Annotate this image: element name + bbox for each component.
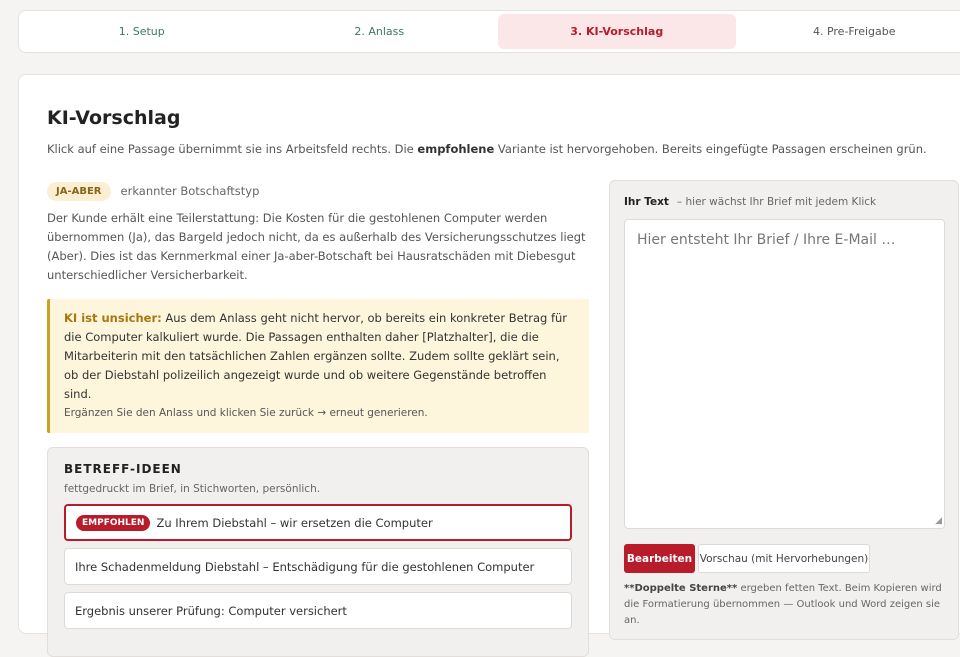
- warning-lead: KI ist unsicher:: [64, 311, 162, 325]
- letter-textarea[interactable]: Hier entsteht Ihr Brief / Ihre E-Mail … …: [624, 219, 945, 529]
- textarea-placeholder: Hier entsteht Ihr Brief / Ihre E-Mail …: [637, 232, 895, 248]
- subject-option-label: Zu Ihrem Diebstahl – wir ersetzen die Co…: [156, 516, 432, 530]
- resize-handle-icon[interactable]: ◢: [935, 516, 942, 526]
- workspace-header: Ihr Text – hier wächst Ihr Brief mit jede…: [624, 196, 876, 208]
- subject-ideas-title: BETREFF-IDEEN: [64, 462, 572, 476]
- step-anlass[interactable]: 2. Anlass: [261, 14, 499, 49]
- message-type-label: erkannter Botschaftstyp: [121, 184, 260, 198]
- subject-option-label: Ergebnis unserer Prüfung: Computer versi…: [75, 604, 347, 618]
- workspace-header-hint: – hier wächst Ihr Brief mit jedem Klick: [677, 196, 876, 208]
- step-setup[interactable]: 1. Setup: [23, 14, 261, 49]
- message-type-row: JA-ABER erkannter Botschaftstyp: [47, 180, 589, 202]
- subject-option-label: Ihre Schadenmeldung Diebstahl – Entschäd…: [75, 560, 534, 574]
- subject-ideas-hint: fettgedruckt im Brief, in Stichworten, p…: [64, 483, 572, 495]
- subject-ideas-box: BETREFF-IDEEN fettgedruckt im Brief, in …: [47, 447, 589, 657]
- step-ki-vorschlag[interactable]: 3. KI-Vorschlag: [498, 14, 736, 49]
- recommended-badge: EMPFOHLEN: [76, 515, 150, 531]
- formatting-hint: **Doppelte Sterne** ergeben fetten Text.…: [624, 581, 944, 629]
- subject-option-recommended[interactable]: EMPFOHLEN Zu Ihrem Diebstahl – wir erset…: [64, 504, 572, 541]
- intro-pre: Klick auf eine Passage übernimmt sie ins…: [47, 142, 417, 156]
- warning-body: KI ist unsicher: Aus dem Anlass geht nic…: [64, 309, 575, 404]
- step-pre-freigabe[interactable]: 4. Pre-Freigabe: [736, 14, 960, 49]
- edit-button[interactable]: Bearbeiten: [624, 544, 695, 573]
- message-type-badge: JA-ABER: [47, 182, 111, 201]
- message-type-description: Der Kunde erhält eine Teilerstattung: Di…: [47, 209, 589, 285]
- preview-button[interactable]: Vorschau (mit Hervorhebungen): [698, 544, 870, 573]
- formatting-hint-bold: **Doppelte Sterne**: [624, 583, 737, 594]
- uncertainty-warning: KI ist unsicher: Aus dem Anlass geht nic…: [47, 299, 589, 433]
- intro-bold: empfohlene: [417, 142, 494, 156]
- workspace-panel: Ihr Text – hier wächst Ihr Brief mit jede…: [609, 180, 959, 640]
- main-card: KI-Vorschlag Klick auf eine Passage über…: [18, 74, 960, 634]
- intro-text: Klick auf eine Passage übernimmt sie ins…: [47, 142, 927, 156]
- page-title: KI-Vorschlag: [47, 107, 180, 129]
- warning-note: Ergänzen Sie den Anlass und klicken Sie …: [64, 404, 575, 423]
- suggestion-column: JA-ABER erkannter Botschaftstyp Der Kund…: [47, 180, 589, 657]
- subject-option[interactable]: Ergebnis unserer Prüfung: Computer versi…: [64, 592, 572, 629]
- subject-option[interactable]: Ihre Schadenmeldung Diebstahl – Entschäd…: [64, 548, 572, 585]
- workspace-header-title: Ihr Text: [624, 196, 669, 208]
- intro-post: Variante ist hervorgehoben. Bereits eing…: [494, 142, 926, 156]
- wizard-stepper: 1. Setup 2. Anlass 3. KI-Vorschlag 4. Pr…: [18, 10, 960, 53]
